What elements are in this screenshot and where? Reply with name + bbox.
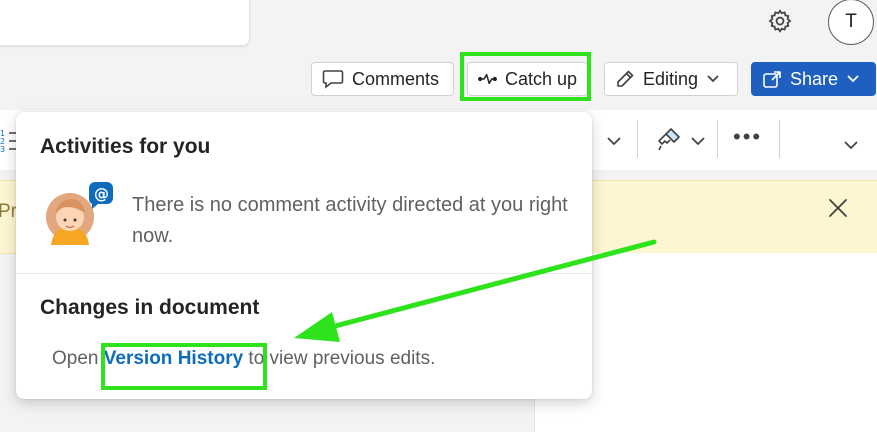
changes-suffix: to view previous edits. bbox=[243, 348, 436, 369]
share-button[interactable]: Share bbox=[751, 62, 876, 96]
chevron-down-icon bbox=[707, 75, 719, 83]
banner-close-button[interactable] bbox=[826, 196, 850, 225]
share-button-label: Share bbox=[790, 68, 839, 89]
comments-button[interactable]: Comments bbox=[311, 62, 454, 96]
avatar-initial: T bbox=[845, 11, 857, 32]
search-box[interactable] bbox=[0, 0, 250, 46]
chevron-down-icon[interactable] bbox=[690, 134, 706, 152]
gear-icon bbox=[768, 9, 792, 33]
editing-mode-button[interactable]: Editing bbox=[604, 62, 738, 96]
format-painter-icon[interactable] bbox=[656, 126, 682, 157]
catch-up-button-label: Catch up bbox=[504, 68, 577, 89]
ribbon-divider bbox=[717, 120, 718, 158]
mention-illustration: @ bbox=[43, 179, 115, 256]
comments-button-label: Comments bbox=[352, 68, 440, 89]
no-activity-message: There is no comment activity directed at… bbox=[132, 194, 568, 247]
comment-bubble-icon bbox=[322, 70, 344, 89]
chevron-down-icon bbox=[847, 75, 859, 83]
share-icon bbox=[763, 71, 781, 88]
ribbon-divider bbox=[637, 120, 638, 158]
changes-message: Open Version History to view previous ed… bbox=[52, 348, 435, 370]
at-mention-icon: @ bbox=[89, 182, 113, 209]
activities-heading: Activities for you bbox=[40, 135, 211, 158]
ribbon-divider bbox=[779, 120, 780, 158]
ribbon-expand-chevron-icon[interactable] bbox=[843, 138, 859, 156]
svg-text:@: @ bbox=[94, 185, 109, 203]
catch-up-panel: Activities for you @ There is no comment… bbox=[16, 112, 592, 399]
user-avatar[interactable]: T bbox=[828, 0, 874, 45]
changes-heading: Changes in document bbox=[40, 296, 260, 319]
version-history-link[interactable]: Version History bbox=[104, 348, 243, 369]
svg-text:3: 3 bbox=[0, 145, 5, 153]
close-icon bbox=[829, 199, 847, 217]
chevron-down-icon[interactable] bbox=[606, 134, 622, 152]
section-divider bbox=[16, 273, 592, 274]
changes-prefix: Open bbox=[52, 348, 104, 369]
pencil-icon bbox=[617, 70, 634, 87]
more-options-icon[interactable]: ••• bbox=[733, 124, 762, 150]
editing-button-label: Editing bbox=[643, 68, 699, 89]
pulse-icon bbox=[478, 73, 497, 85]
settings-button[interactable] bbox=[765, 6, 795, 36]
catch-up-button[interactable]: Catch up bbox=[467, 62, 588, 96]
